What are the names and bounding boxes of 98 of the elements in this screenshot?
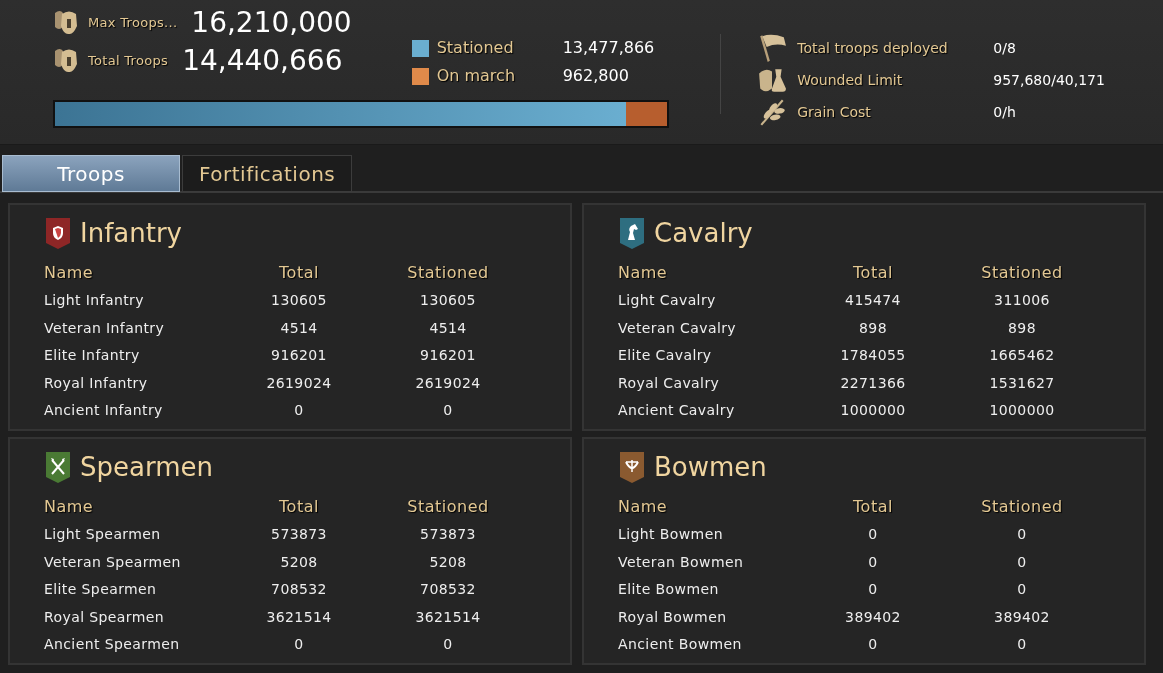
table-cell-text: Elite Bowmen xyxy=(618,580,720,599)
bow-banner-icon xyxy=(618,450,646,484)
table-cell-text: Royal Cavalry xyxy=(618,373,721,393)
table-cell-text: 0 xyxy=(442,401,454,420)
table-cell-text: Elite Infantry xyxy=(44,346,141,365)
table-cell-text: 0 xyxy=(442,635,454,654)
column-header: Stationed xyxy=(406,496,490,518)
horse-banner-icon xyxy=(618,216,646,250)
table-cell-text: 0 xyxy=(293,635,305,654)
table-cell-text: 916201 xyxy=(270,346,328,365)
table-cell-text: Royal Spearmen xyxy=(44,607,166,627)
table-cell-text: 1531627 xyxy=(988,373,1056,393)
table-cell-text: Light Bowmen xyxy=(618,525,724,544)
column-header: Name xyxy=(618,262,669,284)
column-header: Stationed xyxy=(980,262,1064,284)
table-cell-text: Veteran Spearmen xyxy=(44,552,182,572)
table-cell-text: Veteran Infantry xyxy=(44,318,166,338)
column-header: Total xyxy=(278,496,320,518)
panel-title: Spearmen xyxy=(80,454,213,480)
table-cell-text: 1665462 xyxy=(988,346,1056,365)
table-cell-text: 389402 xyxy=(993,607,1051,627)
column-header: Name xyxy=(618,496,669,518)
column-header: Stationed xyxy=(980,496,1064,518)
max-troops-label: Max Troops... xyxy=(88,14,178,33)
table-cell-text: 130605 xyxy=(270,291,328,310)
table-cell-text: 5208 xyxy=(428,552,468,572)
table-cell-text: 3621514 xyxy=(265,607,333,627)
legend-value: 962,800 xyxy=(562,65,629,87)
table-cell-text: 0 xyxy=(1016,635,1028,654)
table-cell-text: 2271366 xyxy=(839,373,907,393)
table-cell-text: 2619024 xyxy=(265,373,333,393)
table-cell-text: 130605 xyxy=(419,291,477,310)
table-cell-text: Light Infantry xyxy=(44,291,145,310)
panel-title: Infantry xyxy=(80,220,182,246)
table-cell-text: 0 xyxy=(867,552,879,572)
table-cell-text: 2619024 xyxy=(414,373,482,393)
stat-value: 0/8 xyxy=(993,38,1016,58)
table-cell-text: 0 xyxy=(867,580,879,599)
table-cell-text: 573873 xyxy=(419,525,477,544)
column-header: Name xyxy=(44,262,95,284)
table-cell-text: 898 xyxy=(1007,318,1037,338)
stat-value: 957,680/40,171 xyxy=(993,70,1105,90)
table-cell-text: 898 xyxy=(858,318,888,338)
legend-label: Stationed xyxy=(436,37,515,59)
table-cell-text: Ancient Bowmen xyxy=(618,635,743,654)
panel-title: Cavalry xyxy=(654,220,753,246)
flag-icon xyxy=(757,33,788,63)
table-cell-text: 916201 xyxy=(419,346,477,365)
table-cell-text: Veteran Cavalry xyxy=(618,318,737,338)
table-cell-text: 0 xyxy=(1016,552,1028,572)
legend-label: On march xyxy=(436,65,517,87)
table-cell-text: Elite Cavalry xyxy=(618,346,713,365)
column-header: Total xyxy=(278,262,320,284)
stat-value: 0/h xyxy=(993,102,1016,122)
table-cell-text: 0 xyxy=(1016,525,1028,544)
column-header: Total xyxy=(852,496,894,518)
table-cell-text: 0 xyxy=(1016,580,1028,599)
helmet-icon xyxy=(52,9,80,37)
table-cell-text: Ancient Spearmen xyxy=(44,635,181,654)
table-cell-text: 708532 xyxy=(419,580,477,599)
table-cell-text: Light Cavalry xyxy=(618,291,717,310)
table-cell-text: 4514 xyxy=(279,318,319,338)
table-cell-text: 1784055 xyxy=(839,346,907,365)
table-cell-text: 415474 xyxy=(844,291,902,310)
table-cell-text: 311006 xyxy=(993,291,1051,310)
table-cell-text: Light Spearmen xyxy=(44,525,162,544)
table-cell-text: 0 xyxy=(293,401,305,420)
stat-label: Grain Cost xyxy=(797,102,872,122)
table-cell-text: 1000000 xyxy=(988,401,1056,420)
table-cell-text: 0 xyxy=(867,635,879,654)
table-cell-text: Elite Spearmen xyxy=(44,580,158,599)
table-cell-text: Royal Bowmen xyxy=(618,607,728,627)
column-header: Name xyxy=(44,496,95,518)
tab[interactable]: Fortifications xyxy=(182,155,353,192)
shield-banner-icon xyxy=(44,216,72,250)
table-cell-text: 1000000 xyxy=(839,401,907,420)
spears-banner-icon xyxy=(44,450,72,484)
table-cell-text: Ancient Cavalry xyxy=(618,401,736,420)
column-header: Stationed xyxy=(406,262,490,284)
table-cell-text: 0 xyxy=(867,525,879,544)
table-cell-text: 708532 xyxy=(270,580,328,599)
table-cell-text: 4514 xyxy=(428,318,468,338)
table-cell-text: Veteran Bowmen xyxy=(618,552,745,572)
stat-label: Total troops deployed xyxy=(797,38,949,58)
table-cell-text: 5208 xyxy=(279,552,319,572)
panel-title: Bowmen xyxy=(654,454,767,480)
table-cell-text: 573873 xyxy=(270,525,328,544)
helmet-icon xyxy=(52,47,80,75)
table-cell-text: 389402 xyxy=(844,607,902,627)
column-header: Total xyxy=(852,262,894,284)
stat-label: Wounded Limit xyxy=(797,70,904,90)
table-cell-text: 3621514 xyxy=(414,607,482,627)
total-troops-label: Total Troops xyxy=(88,52,169,71)
max-troops-value: 16,210,000 xyxy=(191,9,352,37)
table-cell-text: Ancient Infantry xyxy=(44,401,164,420)
total-troops-value: 14,440,666 xyxy=(182,47,343,75)
legend-value: 13,477,866 xyxy=(562,37,655,59)
table-cell-text: Royal Infantry xyxy=(44,373,149,393)
